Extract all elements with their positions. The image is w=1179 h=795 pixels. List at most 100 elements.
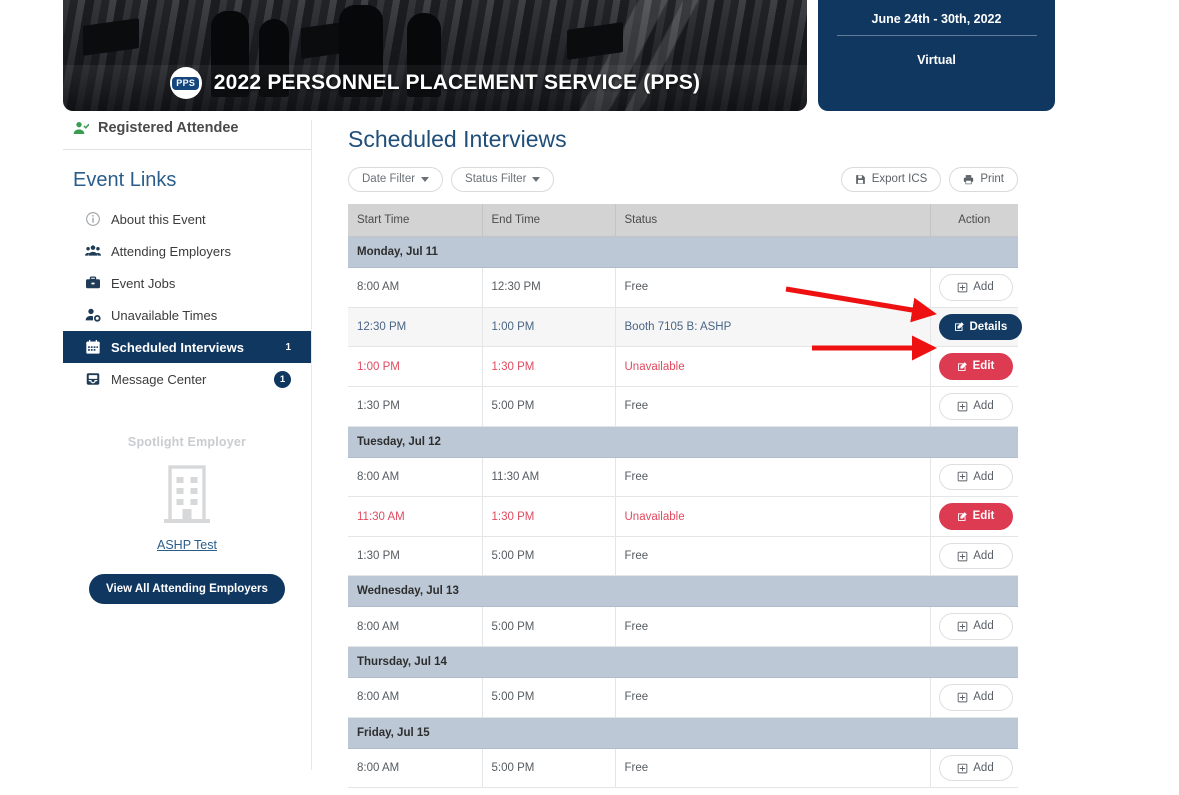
inbox-icon <box>86 373 100 385</box>
cell-start-time: 1:30 PM <box>348 536 483 577</box>
cell-start-time: 8:00 AM <box>348 457 483 498</box>
user-check-icon <box>73 122 89 134</box>
cell-end-time: 5:00 PM <box>482 677 616 718</box>
day-header-label: Tuesday, Jul 12 <box>348 426 1018 458</box>
day-header-row: Thursday, Jul 14 <box>348 646 1018 679</box>
export-ics-label: Export ICS <box>871 173 928 185</box>
calendar-icon <box>86 339 100 354</box>
date-filter-label: Date Filter <box>362 173 416 185</box>
cell-status: Free <box>615 267 931 308</box>
print-button[interactable]: Print <box>949 166 1018 192</box>
plus-square-icon <box>957 763 968 773</box>
day-header-label: Friday, Jul 15 <box>348 717 1018 749</box>
add-button[interactable]: Add <box>938 392 1013 420</box>
add-button[interactable]: Add <box>938 754 1013 782</box>
add-button[interactable]: Add <box>938 274 1013 301</box>
sidebar-item-scheduled-interviews[interactable]: Scheduled Interviews 1 <box>63 331 311 363</box>
sidebar-badge-count: 1 <box>274 370 291 388</box>
printer-icon <box>964 174 974 184</box>
view-all-attending-employers-button[interactable]: View All Attending Employers <box>89 574 285 604</box>
cell-end-time: 5:00 PM <box>482 748 616 789</box>
action-button-label: Add <box>973 761 994 774</box>
add-button[interactable]: Add <box>938 542 1013 570</box>
table-header-row: Start Time End Time Status Action <box>348 204 1018 237</box>
sidebar-item-about-this-event[interactable]: About this Event <box>63 203 311 235</box>
sidebar-item-label: Attending Employers <box>111 243 231 259</box>
edit-button[interactable]: Edit <box>938 503 1013 530</box>
sidebar: Registered Attendee Event Links About th… <box>63 120 311 604</box>
column-header-start-time: Start Time <box>348 204 483 237</box>
cell-action: Add <box>930 748 1018 789</box>
table-row: 1:00 PM 1:30 PM Unavailable Edit <box>348 346 1018 387</box>
chevron-down-icon <box>532 176 541 182</box>
table-toolbar: Date Filter Status Filter Export ICS Pri… <box>348 166 1018 192</box>
plus-square-icon <box>957 401 968 412</box>
table-head: Start Time End Time Status Action <box>348 204 1018 237</box>
registered-attendee-status: Registered Attendee <box>63 120 311 150</box>
edit-button[interactable]: Edit <box>938 353 1013 380</box>
cell-action: Edit <box>930 346 1018 387</box>
cell-start-time: 11:30 AM <box>348 496 483 537</box>
event-title: 2022 PERSONNEL PLACEMENT SERVICE (PPS) <box>213 71 701 94</box>
cell-end-time: 5:00 PM <box>482 386 616 427</box>
table-row: 8:00 AM 5:00 PM Free Add <box>348 677 1018 718</box>
date-filter-button[interactable]: Date Filter <box>348 166 444 192</box>
cell-action: Add <box>930 386 1018 427</box>
action-button-label: Add <box>973 470 994 483</box>
sidebar-item-unavailable-times[interactable]: Unavailable Times <box>63 299 311 331</box>
spotlight-employer-link[interactable]: ASHP Test <box>63 538 311 552</box>
sidebar-item-label: Message Center <box>111 371 207 387</box>
sidebar-item-message-center[interactable]: Message Center 1 <box>63 363 311 395</box>
plus-square-icon <box>957 472 968 482</box>
building-icon <box>164 465 210 523</box>
edit-icon <box>954 322 964 332</box>
cell-action: Add <box>930 457 1018 498</box>
cell-status: Free <box>615 606 931 648</box>
scheduled-interviews-table: Start Time End Time Status Action Monday… <box>348 204 1023 789</box>
cell-status: Unavailable <box>615 346 931 387</box>
add-button[interactable]: Add <box>938 684 1013 711</box>
cell-end-time: 5:00 PM <box>482 606 616 648</box>
main-content: Scheduled Interviews Date Filter Status … <box>348 126 1023 789</box>
day-header-row: Friday, Jul 15 <box>348 717 1018 749</box>
action-button-label: Add <box>973 620 994 633</box>
sidebar-item-event-jobs[interactable]: Event Jobs <box>63 267 311 299</box>
page-root: PPS 2022 PERSONNEL PLACEMENT SERVICE (PP… <box>0 0 1179 795</box>
table-row: 8:00 AM 12:30 PM Free Add <box>348 267 1018 308</box>
table-row: 8:00 AM 5:00 PM Free Add <box>348 748 1018 789</box>
cell-start-time: 8:00 AM <box>348 677 483 718</box>
details-button[interactable]: Details <box>938 313 1023 341</box>
add-button[interactable]: Add <box>938 463 1013 491</box>
user-clock-icon <box>85 308 101 322</box>
event-dates: June 24th - 30th, 2022 <box>871 12 1002 26</box>
save-icon <box>855 174 865 184</box>
add-button[interactable]: Add <box>938 613 1013 641</box>
banner-title-row: PPS 2022 PERSONNEL PLACEMENT SERVICE (PP… <box>63 67 807 99</box>
sidebar-item-attending-employers[interactable]: Attending Employers <box>63 235 311 267</box>
plus-square-icon <box>957 692 968 703</box>
cell-end-time: 11:30 AM <box>482 457 616 498</box>
action-button-label: Add <box>973 281 994 293</box>
cell-start-time: 8:00 AM <box>348 748 483 789</box>
sidebar-item-label: About this Event <box>111 211 206 227</box>
edit-icon <box>957 362 967 371</box>
cell-action: Add <box>930 677 1018 718</box>
event-banner-image: PPS 2022 PERSONNEL PLACEMENT SERVICE (PP… <box>63 0 807 111</box>
column-header-end-time: End Time <box>482 204 616 237</box>
event-mode: Virtual <box>917 53 956 67</box>
info-circle-icon <box>86 212 100 226</box>
print-label: Print <box>980 173 1004 185</box>
column-header-status: Status <box>615 204 931 237</box>
cell-status: Booth 7105 B: ASHP <box>615 307 931 348</box>
cell-action: Add <box>930 267 1018 308</box>
status-filter-button[interactable]: Status Filter <box>451 166 555 192</box>
day-header-label: Thursday, Jul 14 <box>348 646 1018 679</box>
table-row: 1:30 PM 5:00 PM Free Add <box>348 536 1018 577</box>
plus-square-icon <box>957 551 968 561</box>
export-ics-button[interactable]: Export ICS <box>840 166 942 192</box>
table-row: 8:00 AM 11:30 AM Free Add <box>348 457 1018 498</box>
sidebar-item-label: Event Jobs <box>111 275 176 291</box>
cell-status: Unavailable <box>615 496 931 537</box>
spotlight-employer-panel: Spotlight Employer ASHP Test View All At… <box>63 435 311 604</box>
cell-status: Free <box>615 536 931 577</box>
